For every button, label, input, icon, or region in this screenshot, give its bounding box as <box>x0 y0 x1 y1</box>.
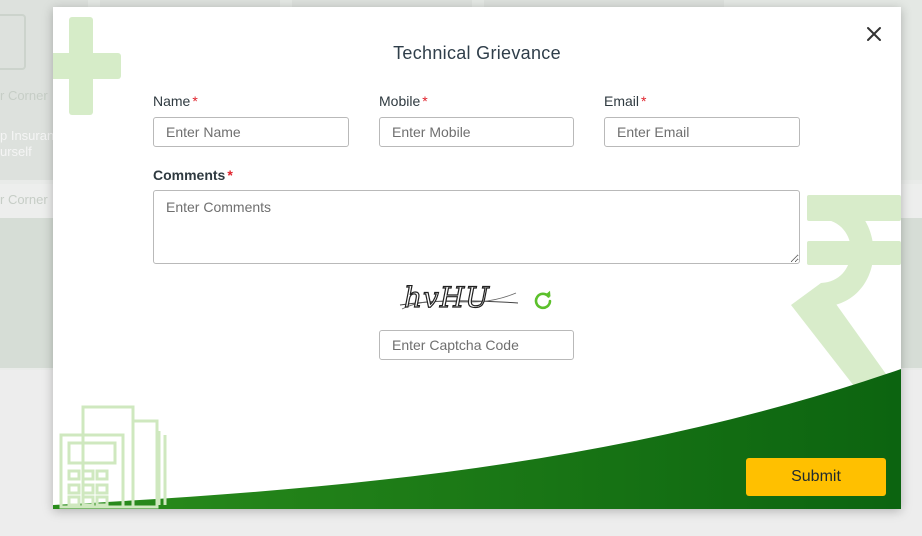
email-label-text: Email <box>604 93 640 109</box>
required-asterisk: * <box>641 93 647 109</box>
close-button[interactable] <box>863 23 885 45</box>
technical-grievance-modal: Technical Grievance Name* Mobile* Email*… <box>53 7 901 509</box>
comments-label: Comments * <box>153 167 233 183</box>
required-asterisk: * <box>422 93 428 109</box>
email-input[interactable] <box>604 117 800 147</box>
refresh-icon[interactable] <box>533 290 553 310</box>
captcha-input[interactable] <box>379 330 574 360</box>
comments-label-text: Comments <box>153 167 226 183</box>
captcha-image: hvHU <box>399 280 519 315</box>
submit-button[interactable]: Submit <box>746 458 886 496</box>
name-label: Name * <box>153 93 198 109</box>
mobile-input[interactable] <box>379 117 574 147</box>
modal-title: Technical Grievance <box>393 43 561 63</box>
comments-textarea[interactable] <box>153 190 800 264</box>
name-label-text: Name <box>153 93 191 109</box>
required-asterisk: * <box>192 93 198 109</box>
close-icon[interactable] <box>866 26 882 42</box>
required-asterisk: * <box>227 167 233 183</box>
captcha-text: hvHU <box>404 281 490 314</box>
email-label: Email * <box>604 93 646 109</box>
mobile-label: Mobile * <box>379 93 428 109</box>
building-icon <box>59 405 167 509</box>
name-input[interactable] <box>153 117 349 147</box>
mobile-label-text: Mobile <box>379 93 421 109</box>
